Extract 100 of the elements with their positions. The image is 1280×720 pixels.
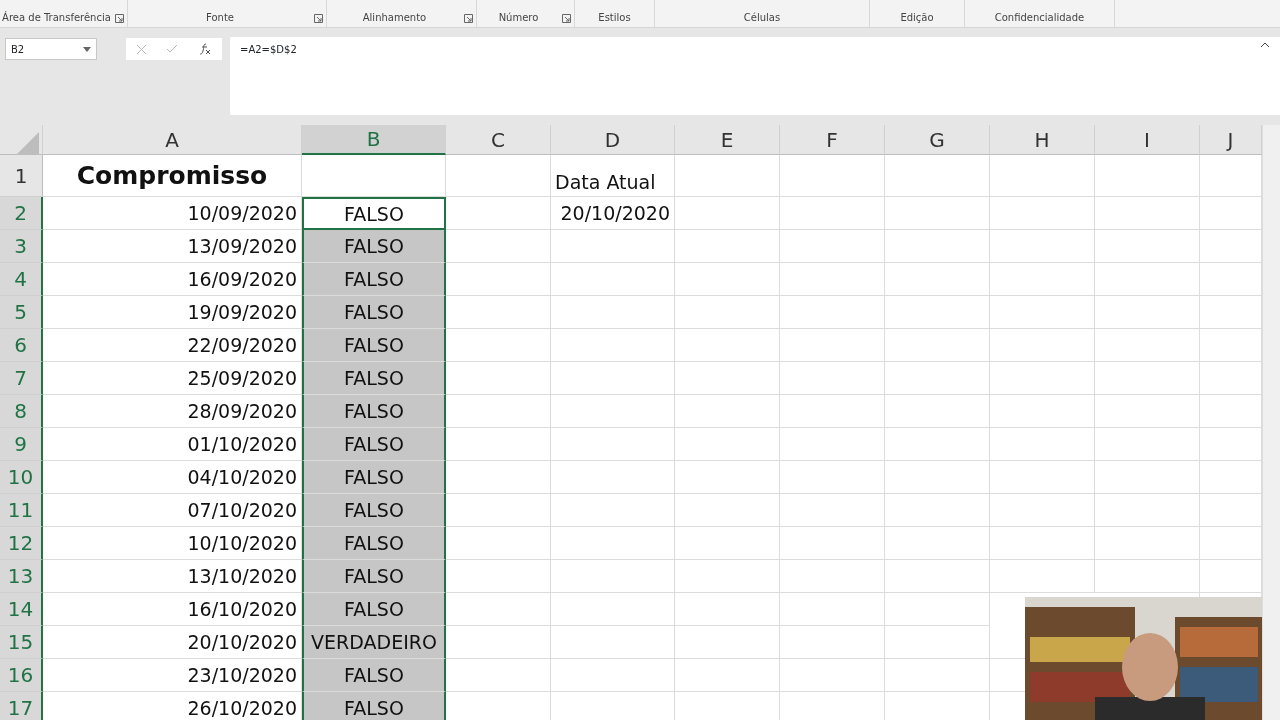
column-header[interactable]: C [446,125,551,155]
table-cell[interactable] [551,659,675,692]
row-header[interactable]: 4 [0,263,43,296]
table-cell[interactable] [675,230,780,263]
table-cell[interactable]: 10/09/2020 [43,197,302,230]
table-cell[interactable]: FALSO [302,593,446,626]
table-cell[interactable] [990,296,1095,329]
table-cell[interactable] [780,494,885,527]
table-cell[interactable] [990,155,1095,197]
table-cell[interactable] [885,329,990,362]
table-cell[interactable]: 20/10/2020 [43,626,302,659]
table-cell[interactable] [551,362,675,395]
table-cell[interactable] [446,494,551,527]
table-cell[interactable] [551,428,675,461]
table-cell[interactable] [885,593,990,626]
table-cell[interactable] [885,296,990,329]
table-cell[interactable] [1095,230,1200,263]
table-cell[interactable] [551,626,675,659]
table-cell[interactable] [675,362,780,395]
table-cell[interactable] [780,263,885,296]
table-cell[interactable] [551,329,675,362]
table-cell[interactable] [1200,230,1262,263]
table-cell[interactable]: FALSO [302,527,446,560]
table-cell[interactable] [675,527,780,560]
row-header[interactable]: 17 [0,692,43,720]
table-cell[interactable] [1095,263,1200,296]
table-cell[interactable]: FALSO [302,560,446,593]
table-cell[interactable] [780,527,885,560]
table-cell[interactable]: FALSO [302,428,446,461]
table-cell[interactable] [885,395,990,428]
table-cell[interactable] [990,395,1095,428]
table-cell[interactable]: FALSO [302,329,446,362]
table-cell[interactable] [551,560,675,593]
table-cell[interactable]: 04/10/2020 [43,461,302,494]
table-cell[interactable] [885,527,990,560]
table-cell[interactable] [675,428,780,461]
table-cell[interactable] [1095,296,1200,329]
column-header[interactable]: D [551,125,675,155]
table-cell[interactable]: 25/09/2020 [43,362,302,395]
dropdown-caret-icon[interactable] [83,46,91,52]
table-cell[interactable]: 20/10/2020 [551,197,675,230]
table-cell[interactable] [780,428,885,461]
row-header[interactable]: 6 [0,329,43,362]
table-cell[interactable] [1095,560,1200,593]
table-cell[interactable] [885,461,990,494]
table-cell[interactable] [446,527,551,560]
table-cell[interactable] [1095,155,1200,197]
table-cell[interactable] [1095,428,1200,461]
table-cell[interactable]: FALSO [302,461,446,494]
table-cell[interactable] [885,626,990,659]
table-cell[interactable] [1200,461,1262,494]
table-cell[interactable] [675,626,780,659]
row-header[interactable]: 8 [0,395,43,428]
table-cell[interactable] [1095,395,1200,428]
row-header[interactable]: 9 [0,428,43,461]
table-cell[interactable]: FALSO [302,263,446,296]
table-cell[interactable] [675,593,780,626]
table-cell[interactable] [675,560,780,593]
table-cell[interactable] [1095,494,1200,527]
row-header[interactable]: 12 [0,527,43,560]
table-cell[interactable] [675,329,780,362]
table-cell[interactable] [1200,329,1262,362]
table-cell[interactable] [1200,263,1262,296]
name-box[interactable]: B2 [5,38,97,60]
table-cell[interactable] [780,329,885,362]
table-cell[interactable] [302,155,446,197]
dialog-launcher-icon[interactable] [314,14,323,23]
enter-icon[interactable] [167,45,178,53]
table-cell[interactable]: FALSO [302,296,446,329]
table-cell[interactable] [551,395,675,428]
cancel-icon[interactable] [136,44,146,54]
table-cell[interactable] [551,263,675,296]
table-cell[interactable]: FALSO [302,362,446,395]
table-cell[interactable] [990,329,1095,362]
table-cell[interactable] [446,362,551,395]
table-cell[interactable]: FALSO [302,692,446,720]
select-all-icon[interactable] [17,131,39,154]
table-cell[interactable] [675,395,780,428]
row-header[interactable]: 15 [0,626,43,659]
row-header[interactable]: 2 [0,197,43,230]
table-cell[interactable]: 23/10/2020 [43,659,302,692]
table-cell[interactable] [446,428,551,461]
table-cell[interactable] [446,560,551,593]
table-cell[interactable] [551,494,675,527]
row-header[interactable]: 5 [0,296,43,329]
row-header[interactable]: 14 [0,593,43,626]
table-cell[interactable] [446,296,551,329]
table-cell[interactable] [885,428,990,461]
table-cell[interactable] [885,263,990,296]
table-cell[interactable] [780,296,885,329]
table-cell[interactable] [446,626,551,659]
table-cell[interactable]: 01/10/2020 [43,428,302,461]
table-cell[interactable]: VERDADEIRO [302,626,446,659]
table-cell[interactable]: 16/09/2020 [43,263,302,296]
table-cell[interactable] [990,428,1095,461]
table-cell[interactable] [675,296,780,329]
table-cell[interactable] [1095,329,1200,362]
table-cell[interactable] [780,560,885,593]
column-header[interactable]: F [780,125,885,155]
table-cell[interactable] [990,461,1095,494]
